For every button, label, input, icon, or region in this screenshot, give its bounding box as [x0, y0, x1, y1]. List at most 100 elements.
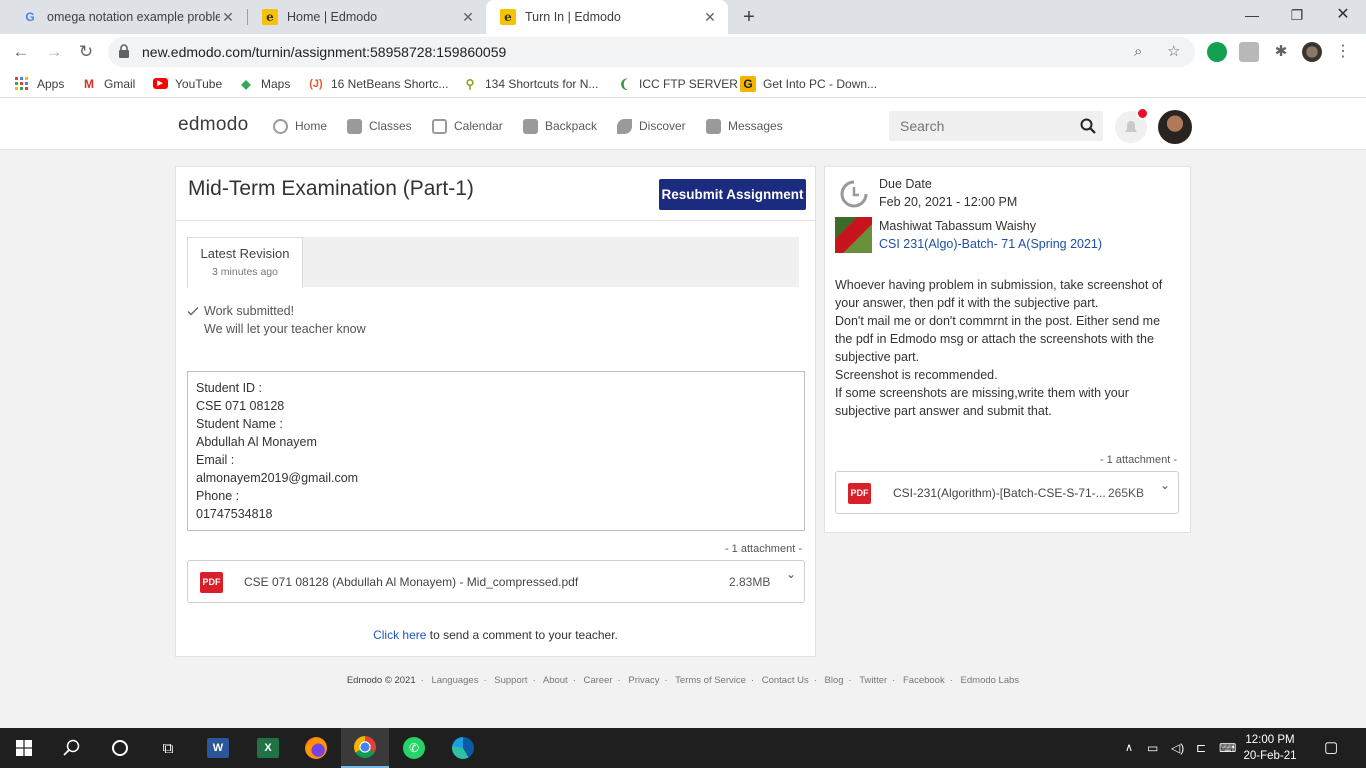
taskbar-edge[interactable]	[439, 728, 487, 768]
bookmark-icc[interactable]: ❨ ICC FTP SERVER	[616, 70, 738, 97]
nav-backpack[interactable]: Backpack	[523, 102, 597, 150]
bookmark-label: Apps	[37, 76, 65, 91]
nav-calendar[interactable]: Calendar	[432, 102, 503, 150]
volume-icon[interactable]: ◁)	[1171, 728, 1184, 768]
shortcut-icon: ⚲	[465, 76, 475, 91]
comment-link[interactable]: Click here	[373, 628, 426, 642]
taskbar-chrome[interactable]	[341, 728, 389, 768]
footer-link[interactable]: Facebook	[903, 675, 945, 686]
footer-link[interactable]: Languages	[431, 675, 478, 686]
due-date-value: Feb 20, 2021 - 12:00 PM	[879, 195, 1018, 209]
close-window-button[interactable]: ✕	[1320, 0, 1366, 30]
nav-messages[interactable]: Messages	[706, 102, 783, 150]
bookmark-shortcuts[interactable]: ⚲ 134 Shortcuts for N...	[462, 70, 599, 97]
description-line: If some screenshots are missing,write th…	[835, 386, 1129, 418]
extension-icon[interactable]	[1239, 42, 1259, 62]
extension-icon[interactable]	[1207, 42, 1227, 62]
address-bar[interactable]: new.edmodo.com/turnin/assignment:5895872…	[108, 37, 1195, 67]
puzzle-icon[interactable]: ✱	[1271, 42, 1291, 62]
notifications-button[interactable]	[1115, 107, 1149, 143]
battery-icon[interactable]: ⊏	[1196, 728, 1206, 768]
menu-icon[interactable]: ⋮	[1333, 42, 1353, 62]
forward-button[interactable]: →	[41, 39, 67, 65]
footer-link[interactable]: Blog	[825, 675, 844, 686]
browser-tab[interactable]: G omega notation example proble ✕	[8, 0, 246, 34]
google-icon: G	[25, 10, 35, 24]
bookmark-getintopc[interactable]: G Get Into PC - Down...	[740, 70, 877, 97]
tab-latest-revision[interactable]: Latest Revision 3 minutes ago	[187, 237, 303, 288]
search-icon[interactable]	[1080, 118, 1096, 134]
resubmit-assignment-button[interactable]: Resubmit Assignment	[659, 179, 806, 210]
attachment-item[interactable]: PDF CSE 071 08128 (Abdullah Al Monayem) …	[187, 560, 805, 603]
minimize-button[interactable]: —	[1229, 0, 1275, 30]
chevron-down-icon[interactable]: ⌄	[786, 567, 796, 581]
footer-link[interactable]: About	[543, 675, 568, 686]
status-subtitle: We will let your teacher know	[204, 322, 366, 336]
windows-start-button[interactable]	[0, 728, 48, 768]
bookmark-maps[interactable]: ◆ Maps	[238, 70, 290, 97]
check-icon	[187, 307, 199, 316]
taskbar-clock[interactable]: 12:00 PM 20-Feb-21	[1240, 732, 1300, 764]
bookmarks-bar: Apps M Gmail ▶ YouTube ◆ Maps (J) 16 Net…	[0, 70, 1366, 98]
windows-icon	[16, 740, 32, 756]
zoom-icon[interactable]: ⌕	[1134, 37, 1142, 67]
edmodo-logo[interactable]: edmodo	[178, 114, 248, 136]
browser-tab-active[interactable]: e Turn In | Edmodo ✕	[486, 0, 728, 34]
cortana-button[interactable]	[96, 728, 144, 768]
nav-home[interactable]: Home	[273, 102, 327, 150]
bookmark-youtube[interactable]: ▶ YouTube	[152, 70, 222, 97]
classes-icon	[347, 118, 362, 134]
footer-link[interactable]: Twitter	[859, 675, 887, 686]
notification-center-icon[interactable]: ▢	[1324, 728, 1338, 768]
footer-link[interactable]: Edmodo Labs	[961, 675, 1020, 686]
network-icon[interactable]: ▭	[1147, 728, 1158, 768]
bookmark-netbeans[interactable]: (J) 16 NetBeans Shortc...	[308, 70, 448, 97]
taskbar-whatsapp[interactable]: ✆	[390, 728, 438, 768]
nav-discover[interactable]: Discover	[617, 102, 686, 150]
bookmark-label: Get Into PC - Down...	[763, 76, 878, 91]
teacher-name[interactable]: Mashiwat Tabassum Waishy	[879, 219, 1036, 233]
new-tab-button[interactable]: +	[736, 4, 762, 30]
browser-tab[interactable]: e Home | Edmodo ✕	[248, 0, 486, 34]
taskbar-excel[interactable]: X	[244, 728, 292, 768]
gmail-icon: M	[84, 76, 94, 91]
star-icon[interactable]: ☆	[1167, 37, 1180, 67]
attachment-name[interactable]: CSE 071 08128 (Abdullah Al Monayem) - Mi…	[244, 575, 578, 589]
tray-chevron-up-icon[interactable]: ∧	[1125, 728, 1133, 768]
teacher-avatar[interactable]	[835, 217, 872, 253]
divider	[176, 220, 815, 221]
footer-link[interactable]: Contact Us	[762, 675, 809, 686]
bookmark-label: Maps	[261, 76, 291, 91]
back-button[interactable]: ←	[8, 39, 34, 65]
close-icon[interactable]: ✕	[460, 9, 476, 26]
bookmark-gmail[interactable]: M Gmail	[81, 70, 135, 97]
edmodo-topnav: edmodo Home Classes Calendar Backpack Di…	[0, 102, 1366, 150]
bookmark-apps[interactable]: Apps	[14, 70, 64, 97]
edmodo-icon: e	[500, 9, 516, 25]
chevron-down-icon[interactable]: ⌄	[1160, 478, 1170, 492]
nav-label: Backpack	[545, 119, 598, 133]
profile-avatar[interactable]	[1302, 42, 1322, 62]
search-input[interactable]	[889, 111, 1079, 141]
taskbar-search-button[interactable]	[48, 728, 96, 768]
avatar[interactable]	[1158, 110, 1192, 144]
close-icon[interactable]: ✕	[220, 9, 236, 26]
footer-link[interactable]: Privacy	[628, 675, 659, 686]
reload-button[interactable]: ↻	[73, 39, 99, 65]
keyboard-icon[interactable]: ⌨	[1219, 728, 1236, 768]
taskbar-firefox[interactable]	[292, 728, 340, 768]
icc-icon: ❨	[618, 76, 630, 91]
attachment-item[interactable]: PDF CSI-231(Algorithm)-[Batch-CSE-S-71-.…	[835, 471, 1179, 514]
attachment-name[interactable]: CSI-231(Algorithm)-[Batch-CSE-S-71-...	[893, 486, 1106, 500]
apps-grid-icon	[14, 76, 30, 92]
group-link[interactable]: CSI 231(Algo)-Batch- 71 A(Spring 2021)	[879, 237, 1102, 251]
footer-link[interactable]: Terms of Service	[675, 675, 746, 686]
restore-button[interactable]: ❐	[1274, 0, 1320, 30]
page-footer: Edmodo © 2021 · Languages · Support · About…	[346, 675, 1020, 686]
close-icon[interactable]: ✕	[702, 9, 718, 26]
nav-classes[interactable]: Classes	[347, 102, 412, 150]
footer-link[interactable]: Career	[584, 675, 613, 686]
footer-link[interactable]: Support	[494, 675, 527, 686]
taskbar-word[interactable]: W	[194, 728, 242, 768]
task-view-button[interactable]: ⧉	[144, 728, 192, 768]
